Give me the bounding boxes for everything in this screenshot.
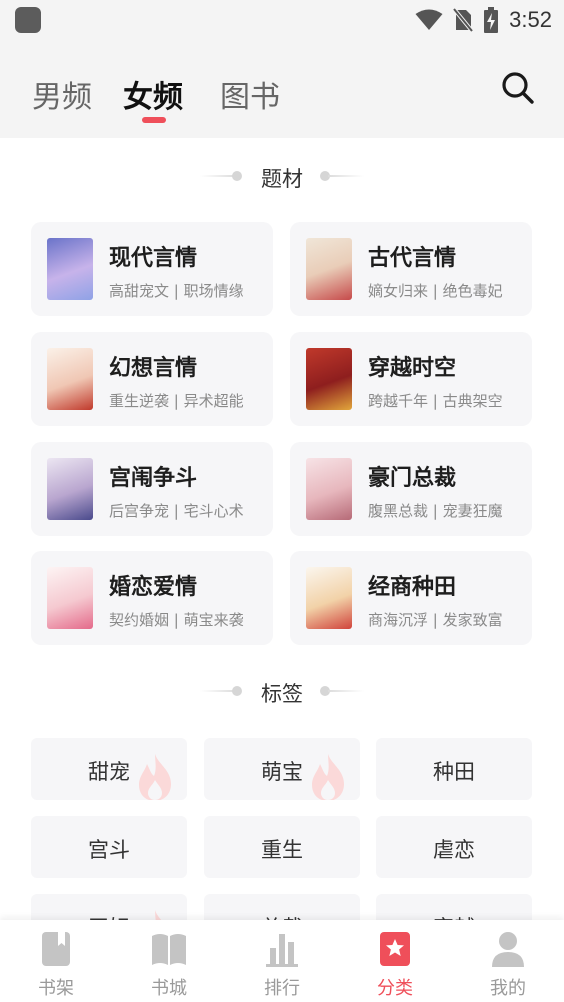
genre-title: 古代言情 bbox=[368, 246, 457, 271]
nav-profile[interactable]: 我的 bbox=[452, 920, 564, 1002]
nav-label: 书城 bbox=[151, 978, 187, 999]
genre-card-palace-intrigue[interactable]: 宫闱争斗 后宫争宠 | 宅斗心术 bbox=[31, 442, 273, 536]
book-cover-image bbox=[47, 348, 93, 410]
genre-subtitle: 商海沉浮 | 发家致富 bbox=[368, 611, 503, 629]
genre-title: 豪门总裁 bbox=[368, 466, 457, 491]
bar-chart-icon bbox=[266, 934, 298, 967]
nav-ranking[interactable]: 排行 bbox=[226, 920, 338, 1002]
bookshelf-icon bbox=[42, 932, 70, 966]
divider-line-right bbox=[328, 175, 364, 177]
tag-palace-fight[interactable]: 宫斗 bbox=[31, 816, 187, 878]
active-tab-indicator bbox=[142, 117, 166, 123]
clock-time: 3:52 bbox=[509, 7, 552, 32]
genre-card-marriage-love[interactable]: 婚恋爱情 契约婚姻 | 萌宝来袭 bbox=[31, 551, 273, 645]
tab-male-channel[interactable]: 男频 bbox=[32, 72, 92, 116]
divider-line-right bbox=[328, 690, 364, 692]
bottom-navigation: 书架 书城 排行 分类 我的 bbox=[0, 920, 564, 1002]
section-title-tags: 标签 bbox=[261, 682, 303, 706]
tag-label: 宫斗 bbox=[88, 838, 130, 862]
nav-category[interactable]: 分类 bbox=[339, 920, 451, 1002]
top-header: 男频 女频 图书 bbox=[0, 40, 564, 138]
genre-card-business-farming[interactable]: 经商种田 商海沉浮 | 发家致富 bbox=[290, 551, 532, 645]
nav-label: 排行 bbox=[264, 978, 300, 999]
genre-subtitle: 嫡女归来 | 绝色毒妃 bbox=[368, 282, 503, 300]
section-title-genres: 题材 bbox=[261, 167, 303, 191]
search-icon[interactable] bbox=[500, 70, 536, 106]
battery-charging-icon bbox=[484, 7, 499, 33]
app-notification-icon bbox=[15, 7, 41, 33]
tag-angst-romance[interactable]: 虐恋 bbox=[376, 816, 532, 878]
genre-subtitle: 跨越千年 | 古典架空 bbox=[368, 392, 503, 410]
tag-farming[interactable]: 种田 bbox=[376, 738, 532, 800]
genre-title: 现代言情 bbox=[109, 246, 198, 271]
tag-label: 重生 bbox=[261, 838, 303, 862]
genre-subtitle: 腹黑总裁 | 宠妻狂魔 bbox=[368, 502, 503, 520]
genre-title: 幻想言情 bbox=[109, 356, 198, 381]
genre-title: 宫闱争斗 bbox=[109, 466, 198, 491]
tag-label: 甜宠 bbox=[88, 760, 130, 784]
nav-bookstore[interactable]: 书城 bbox=[113, 920, 225, 1002]
user-icon bbox=[492, 932, 524, 967]
genre-subtitle: 契约婚姻 | 萌宝来袭 bbox=[109, 611, 244, 629]
genre-subtitle: 后宫争宠 | 宅斗心术 bbox=[109, 502, 244, 520]
genre-subtitle: 重生逆袭 | 异术超能 bbox=[109, 392, 244, 410]
tag-rebirth[interactable]: 重生 bbox=[204, 816, 360, 878]
genre-title: 经商种田 bbox=[368, 575, 457, 600]
nav-bookshelf[interactable]: 书架 bbox=[0, 920, 112, 1002]
genre-card-fantasy-romance[interactable]: 幻想言情 重生逆袭 | 异术超能 bbox=[31, 332, 273, 426]
book-open-icon bbox=[152, 934, 186, 965]
category-star-icon bbox=[380, 932, 410, 966]
tag-label: 虐恋 bbox=[433, 838, 475, 862]
book-cover-image bbox=[306, 567, 352, 629]
book-cover-image bbox=[47, 238, 93, 300]
nav-label: 分类 bbox=[377, 978, 413, 999]
tab-female-channel[interactable]: 女频 bbox=[123, 72, 183, 116]
no-sim-icon bbox=[453, 8, 474, 32]
book-cover-image bbox=[306, 348, 352, 410]
nav-label: 书架 bbox=[38, 978, 74, 999]
status-bar: 3:52 bbox=[0, 0, 564, 40]
tab-books[interactable]: 图书 bbox=[220, 72, 280, 116]
tag-sweet-pet[interactable]: 甜宠 bbox=[31, 738, 187, 800]
genre-card-ancient-romance[interactable]: 古代言情 嫡女归来 | 绝色毒妃 bbox=[290, 222, 532, 316]
book-cover-image bbox=[306, 238, 352, 300]
genre-subtitle: 高甜宠文 | 职场情缘 bbox=[109, 282, 244, 300]
book-cover-image bbox=[47, 458, 93, 520]
book-cover-image bbox=[306, 458, 352, 520]
genre-title: 婚恋爱情 bbox=[109, 575, 198, 600]
wifi-icon bbox=[415, 9, 443, 30]
genre-card-time-travel[interactable]: 穿越时空 跨越千年 | 古典架空 bbox=[290, 332, 532, 426]
genre-title: 穿越时空 bbox=[368, 356, 457, 381]
tag-cute-baby[interactable]: 萌宝 bbox=[204, 738, 360, 800]
tag-label: 萌宝 bbox=[261, 760, 303, 784]
genre-card-ceo[interactable]: 豪门总裁 腹黑总裁 | 宠妻狂魔 bbox=[290, 442, 532, 536]
tag-label: 种田 bbox=[433, 760, 475, 784]
book-cover-image bbox=[47, 567, 93, 629]
genre-card-modern-romance[interactable]: 现代言情 高甜宠文 | 职场情缘 bbox=[31, 222, 273, 316]
nav-label: 我的 bbox=[490, 978, 526, 999]
